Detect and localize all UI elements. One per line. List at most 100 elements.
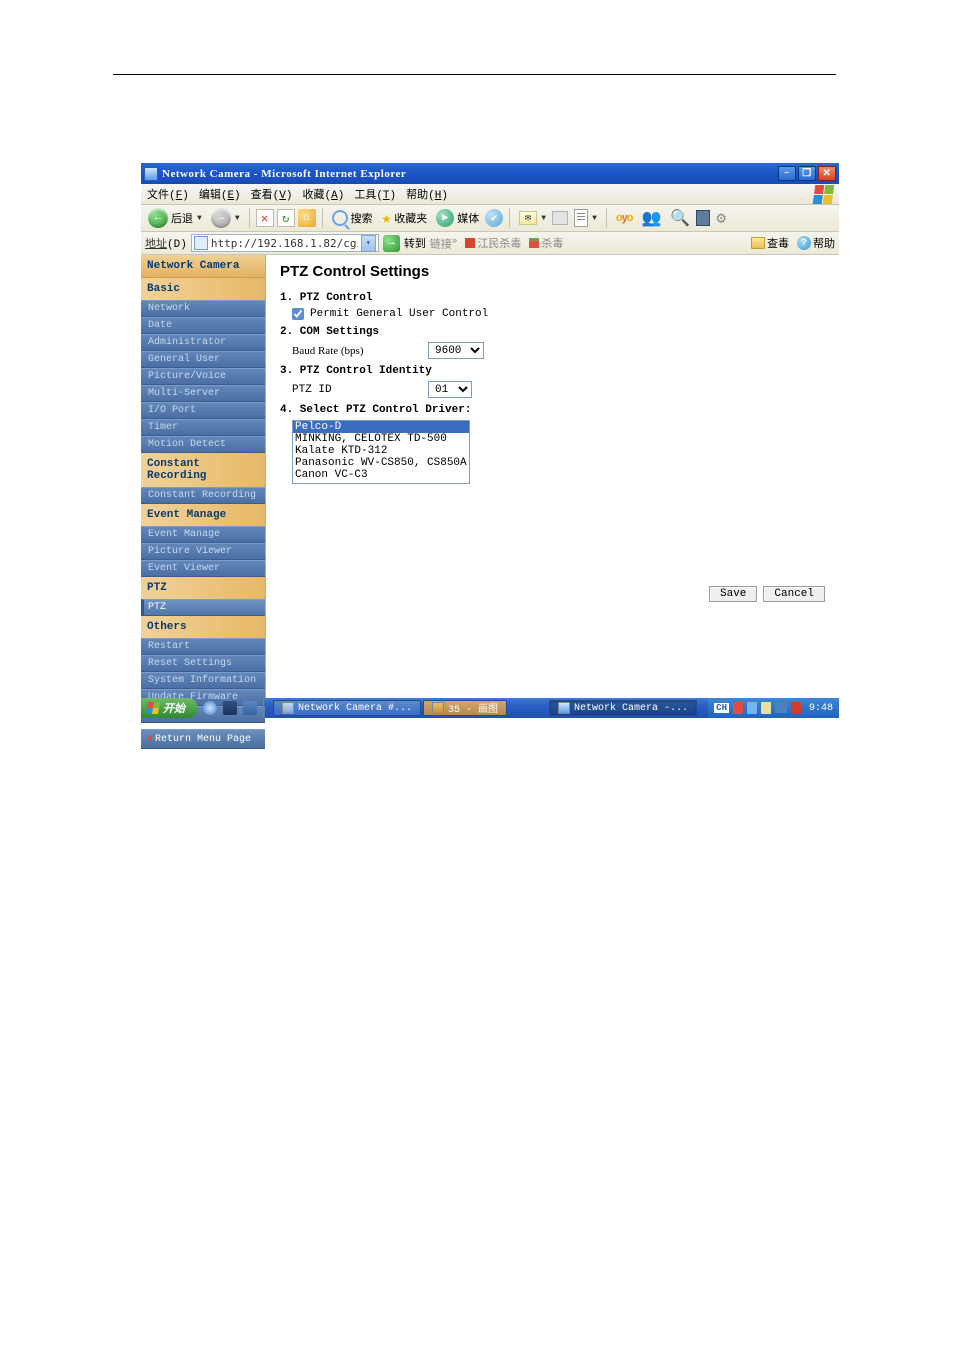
- save-button[interactable]: Save: [709, 586, 757, 602]
- sidebar-item-timer[interactable]: Timer: [141, 419, 265, 436]
- task-ie-active[interactable]: Network Camera -...: [549, 700, 697, 716]
- tray-net-icon[interactable]: [747, 702, 757, 714]
- back-button[interactable]: ← 后退▼: [145, 207, 205, 229]
- media-button[interactable]: ▶媒体: [433, 208, 482, 228]
- word-icon: [282, 702, 294, 714]
- people-icon: 👥: [641, 208, 661, 228]
- sidebar-item-date[interactable]: Date: [141, 317, 265, 334]
- start-button[interactable]: 开始: [141, 698, 197, 718]
- edit-icon: [574, 209, 588, 227]
- taskbar: 开始 Network Camera #... 35 - 画图 Network C…: [141, 698, 839, 718]
- driver-option-0[interactable]: Pelco-D: [293, 421, 469, 433]
- menu-help[interactable]: 帮助(H): [406, 186, 448, 202]
- sidebar-item-restart[interactable]: Restart: [141, 638, 265, 655]
- section-3: 3. PTZ Control Identity: [280, 365, 825, 377]
- section-event: Event Manage: [141, 504, 265, 526]
- address-dropdown-button[interactable]: ▾: [361, 235, 376, 252]
- driver-option-3[interactable]: Panasonic WV-CS850, CS850A: [293, 457, 469, 469]
- red-square-icon: [465, 238, 475, 248]
- forward-button[interactable]: →▼: [208, 207, 243, 229]
- sidebar-item-administrator[interactable]: Administrator: [141, 334, 265, 351]
- sidebar-item-io-port[interactable]: I/O Port: [141, 402, 265, 419]
- sidebar-item-reset-settings[interactable]: Reset Settings: [141, 655, 265, 672]
- go-button-icon[interactable]: →: [383, 235, 400, 252]
- sidebar-item-motion-detect[interactable]: Motion Detect: [141, 436, 265, 453]
- ptzid-select[interactable]: 01: [428, 381, 472, 398]
- task-paint[interactable]: 35 - 画图: [423, 700, 507, 716]
- refresh-button[interactable]: ↻: [277, 209, 295, 227]
- ie-throbber-icon: [813, 185, 835, 204]
- menu-tools[interactable]: 工具(T): [354, 186, 396, 202]
- sidebar-item-ptz[interactable]: PTZ: [141, 599, 265, 616]
- favorites-button[interactable]: ★收藏夹: [379, 207, 431, 229]
- go-label[interactable]: 转到: [404, 235, 426, 251]
- section-others: Others: [141, 616, 265, 638]
- menu-edit[interactable]: 编辑(E): [199, 186, 241, 202]
- panel-button[interactable]: [696, 210, 710, 226]
- driver-option-1[interactable]: MINKING, CELOTEX TD-500: [293, 433, 469, 445]
- menu-favorites[interactable]: 收藏(A): [302, 186, 344, 202]
- print-button[interactable]: [552, 211, 568, 225]
- sidebar-item-event-manage[interactable]: Event Manage: [141, 526, 265, 543]
- sidebar-item-picture-viewer[interactable]: Picture Viewer: [141, 543, 265, 560]
- task-word[interactable]: Network Camera #...: [273, 700, 421, 716]
- help-button[interactable]: ?帮助: [797, 235, 835, 251]
- ie-window: Network Camera - Microsoft Internet Expl…: [141, 163, 839, 718]
- mail-button[interactable]: ✉▼: [516, 210, 549, 226]
- tray-monitor-icon[interactable]: [775, 703, 787, 713]
- driver-listbox[interactable]: Pelco-D MINKING, CELOTEX TD-500 Kalate K…: [292, 420, 470, 484]
- tray-sound-icon[interactable]: [761, 702, 771, 714]
- history-button[interactable]: ✔: [485, 209, 503, 227]
- return-menu-button[interactable]: ◀ Return Menu Page: [141, 729, 265, 749]
- address-box[interactable]: ▾: [191, 234, 379, 252]
- address-input[interactable]: [211, 237, 358, 250]
- ql-ie-icon[interactable]: [203, 701, 217, 715]
- find-person-button[interactable]: 🔍: [667, 207, 693, 229]
- document-divider: [113, 74, 836, 75]
- stop-button[interactable]: ✕: [256, 209, 274, 227]
- sidebar-item-network[interactable]: Network: [141, 300, 265, 317]
- address-bar: 地址(D) ▾ → 转到 链接» 江民杀毒 杀毒 查毒 ?帮助: [141, 232, 839, 255]
- edit-button[interactable]: ▼: [571, 208, 600, 228]
- links-label: 链接»: [430, 235, 458, 252]
- permit-label: Permit General User Control: [310, 308, 488, 320]
- settings-button[interactable]: ⚙: [713, 207, 729, 229]
- oyo-button[interactable]: oyo: [613, 211, 636, 225]
- sidebar-item-system-info[interactable]: System Information: [141, 672, 265, 689]
- maximize-button[interactable]: ❐: [798, 166, 816, 181]
- home-button[interactable]: ⌂: [298, 209, 316, 227]
- sidebar-item-multi-server[interactable]: Multi-Server: [141, 385, 265, 402]
- baud-select[interactable]: 9600: [428, 342, 484, 359]
- close-button[interactable]: ✕: [818, 166, 836, 181]
- menu-view[interactable]: 查看(V): [251, 186, 293, 202]
- driver-option-2[interactable]: Kalate KTD-312: [293, 445, 469, 457]
- find-virus-button[interactable]: 查毒: [751, 235, 789, 251]
- sidebar-item-event-viewer[interactable]: Event Viewer: [141, 560, 265, 577]
- ql-desktop-icon[interactable]: [223, 701, 237, 715]
- main-panel: PTZ Control Settings 1. PTZ Control Perm…: [266, 255, 839, 698]
- system-tray: CH 9:48: [708, 698, 839, 718]
- search-button[interactable]: 搜索: [329, 209, 376, 227]
- minimize-button[interactable]: −: [778, 166, 796, 181]
- link-jiangmin[interactable]: 江民杀毒: [465, 235, 521, 251]
- sidebar-item-picture-voice[interactable]: Picture/Voice: [141, 368, 265, 385]
- tray-clock[interactable]: 9:48: [809, 703, 833, 714]
- section-4: 4. Select PTZ Control Driver:: [280, 404, 825, 416]
- link-shadu[interactable]: 杀毒: [529, 235, 563, 251]
- permit-checkbox[interactable]: [292, 308, 304, 320]
- mail-icon: ✉: [519, 211, 537, 225]
- menu-file[interactable]: 文件(F): [147, 186, 189, 202]
- people-button[interactable]: 👥: [638, 207, 664, 229]
- sidebar-item-general-user[interactable]: General User: [141, 351, 265, 368]
- toolbar: ← 后退▼ →▼ ✕ ↻ ⌂ 搜索 ★收藏夹 ▶媒体 ✔ ✉▼ ▼ oyo 👥 …: [141, 205, 839, 232]
- tray-shield-icon[interactable]: [733, 702, 743, 714]
- ql-app-icon[interactable]: [243, 701, 257, 715]
- sidebar-item-constant-recording[interactable]: Constant Recording: [141, 487, 265, 504]
- paint-icon: [432, 702, 444, 714]
- section-1: 1. PTZ Control: [280, 292, 825, 304]
- driver-option-4[interactable]: Canon VC-C3: [293, 469, 469, 481]
- tray-ime-icon[interactable]: CH: [714, 703, 729, 713]
- tray-av-icon[interactable]: [791, 702, 801, 714]
- cancel-button[interactable]: Cancel: [763, 586, 825, 602]
- menubar: 文件(F) 编辑(E) 查看(V) 收藏(A) 工具(T) 帮助(H): [141, 184, 839, 205]
